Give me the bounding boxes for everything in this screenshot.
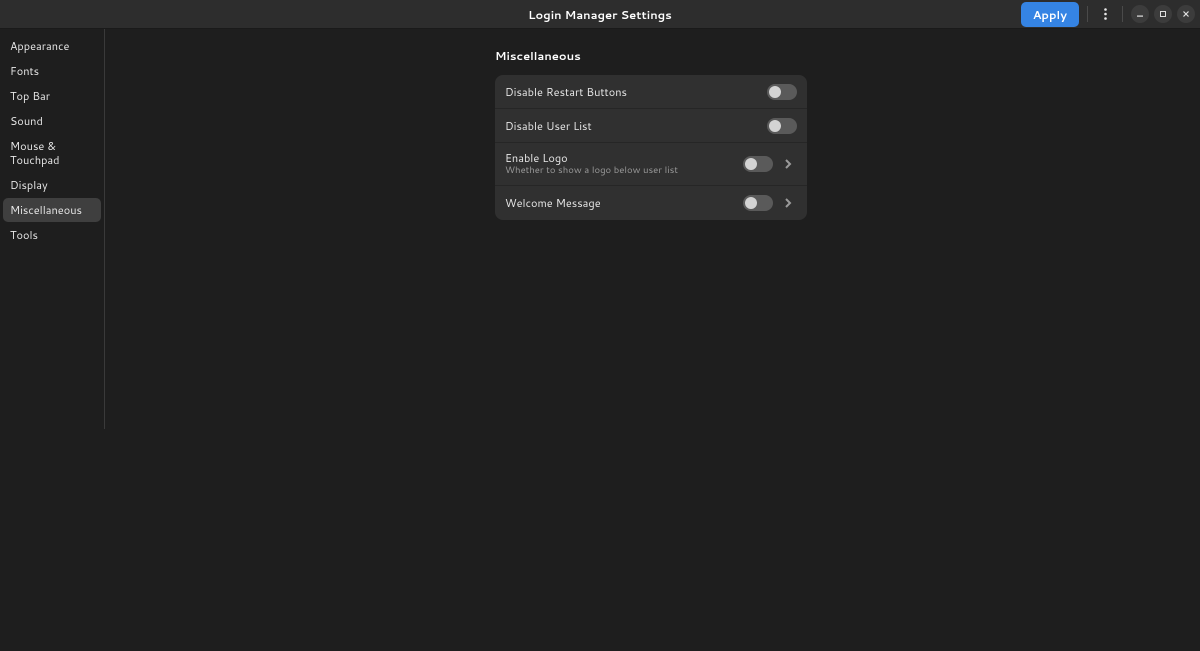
menu-button[interactable] (1096, 5, 1114, 23)
sidebar: Appearance Fonts Top Bar Sound Mouse & T… (0, 29, 105, 429)
switch-knob (745, 197, 757, 209)
sidebar-item-sound[interactable]: Sound (3, 109, 101, 133)
sidebar-item-top-bar[interactable]: Top Bar (3, 84, 101, 108)
headerbar: Login Manager Settings Apply (0, 0, 1200, 29)
content: Appearance Fonts Top Bar Sound Mouse & T… (0, 29, 1200, 429)
row-welcome-message[interactable]: Welcome Message (495, 186, 807, 220)
chevron-right-icon (779, 159, 797, 169)
headerbar-right: Apply (1021, 2, 1195, 27)
row-text: Disable Restart Buttons (505, 85, 747, 99)
row-text: Enable Logo Whether to show a logo below… (505, 151, 743, 177)
close-button[interactable] (1177, 5, 1195, 23)
row-title: Enable Logo (505, 151, 743, 165)
separator (1087, 6, 1088, 22)
settings-list: Disable Restart Buttons Disable User Lis… (495, 75, 807, 220)
row-title: Disable Restart Buttons (505, 85, 747, 99)
maximize-button[interactable] (1154, 5, 1172, 23)
row-subtitle: Whether to show a logo below user list (505, 165, 743, 177)
toggle-welcome-message[interactable] (743, 195, 773, 211)
switch-knob (769, 86, 781, 98)
sidebar-item-miscellaneous[interactable]: Miscellaneous (3, 198, 101, 222)
switch-knob (769, 120, 781, 132)
row-text: Welcome Message (505, 196, 743, 210)
sidebar-item-fonts[interactable]: Fonts (3, 59, 101, 83)
row-text: Disable User List (505, 119, 747, 133)
sidebar-item-mouse-touchpad[interactable]: Mouse & Touchpad (3, 134, 101, 172)
minimize-button[interactable] (1131, 5, 1149, 23)
toggle-disable-user-list[interactable] (767, 118, 797, 134)
separator (1122, 6, 1123, 22)
toggle-enable-logo[interactable] (743, 156, 773, 172)
minimize-icon (1136, 10, 1144, 18)
chevron-right-icon (779, 198, 797, 208)
apply-button[interactable]: Apply (1021, 2, 1079, 27)
maximize-icon (1159, 10, 1167, 18)
window-controls (1131, 5, 1195, 23)
window-title: Login Manager Settings (528, 6, 672, 23)
row-disable-user-list: Disable User List (495, 109, 807, 143)
toggle-disable-restart-buttons[interactable] (767, 84, 797, 100)
row-title: Welcome Message (505, 196, 743, 210)
row-enable-logo[interactable]: Enable Logo Whether to show a logo below… (495, 143, 807, 186)
row-title: Disable User List (505, 119, 747, 133)
kebab-menu-icon (1104, 8, 1107, 20)
section-title: Miscellaneous (495, 47, 807, 64)
sidebar-item-appearance[interactable]: Appearance (3, 34, 101, 58)
close-icon (1182, 10, 1190, 18)
sidebar-item-display[interactable]: Display (3, 173, 101, 197)
main-content: Miscellaneous Disable Restart Buttons Di… (105, 29, 1200, 429)
switch-knob (745, 158, 757, 170)
miscellaneous-section: Miscellaneous Disable Restart Buttons Di… (495, 47, 807, 220)
row-disable-restart-buttons: Disable Restart Buttons (495, 75, 807, 109)
sidebar-item-tools[interactable]: Tools (3, 223, 101, 247)
